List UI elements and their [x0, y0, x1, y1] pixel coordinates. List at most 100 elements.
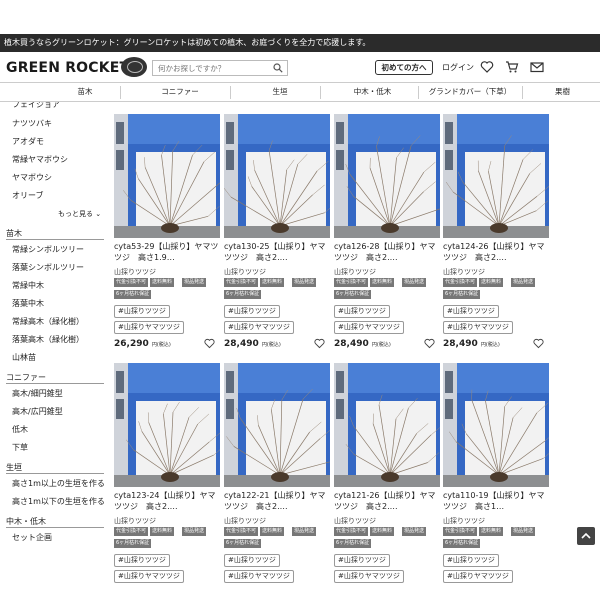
- search-icon[interactable]: [273, 63, 283, 73]
- nav-item-seedlings[interactable]: 苗木: [50, 83, 120, 101]
- site-logo[interactable]: GREEN ROCKET: [6, 60, 129, 76]
- sidebar-item[interactable]: オリーブ: [12, 190, 44, 201]
- login-link[interactable]: ログイン: [442, 62, 474, 73]
- product-title[interactable]: cyta110-19【山採り】ヤマツツジ 高さ1…: [443, 490, 549, 512]
- sidebar-item[interactable]: 常緑ヤマボウシ: [12, 154, 68, 165]
- sidebar-item[interactable]: 下草: [12, 442, 28, 453]
- nav-item-shrubs[interactable]: 中木・低木: [330, 83, 415, 101]
- hashtag-chip[interactable]: #山採りヤマツツジ: [114, 570, 184, 583]
- sidebar-item[interactable]: 落葉シンボルツリー: [12, 262, 84, 273]
- nav-item-fruit-trees[interactable]: 果樹: [530, 83, 595, 101]
- product-card[interactable]: cyta124-26【山採り】ヤマツツジ 高さ2.… 山採りツツジ 代金引換不可 送料…: [443, 114, 549, 354]
- product-image[interactable]: [224, 114, 330, 238]
- product-card[interactable]: cyta121-26【山採り】ヤマツツジ 高さ2.… 山採りツツジ 代金引換不可 送料…: [334, 363, 440, 600]
- product-category[interactable]: 山採りツツジ: [224, 516, 266, 526]
- sidebar-item[interactable]: 常緑高木（緑化樹）: [12, 316, 84, 327]
- sidebar-item[interactable]: 高木/細円錐型: [12, 388, 63, 399]
- favorite-heart-icon[interactable]: [533, 338, 544, 349]
- product-category[interactable]: 山採りツツジ: [334, 267, 376, 277]
- product-category[interactable]: 山採りツツジ: [114, 267, 156, 277]
- product-image[interactable]: [334, 363, 440, 487]
- product-title[interactable]: cyta122-21【山採り】ヤマツツジ 高さ2.…: [224, 490, 330, 512]
- product-card[interactable]: cyta53-29【山採り】ヤマツツジ 高さ1.9… 山採りツツジ 代金引換不可 送料…: [114, 114, 220, 354]
- sidebar-item[interactable]: 常緑中木: [12, 280, 44, 291]
- sidebar-item[interactable]: 山林苗: [12, 352, 36, 363]
- product-title[interactable]: cyta126-28【山採り】ヤマツツジ 高さ2.…: [334, 241, 440, 263]
- hashtag-chip[interactable]: #山採りツツジ: [224, 554, 280, 567]
- sidebar-item[interactable]: 落葉中木: [12, 298, 44, 309]
- favorite-heart-icon[interactable]: [424, 338, 435, 349]
- hashtag-chip[interactable]: #山採りヤマツツジ: [114, 321, 184, 334]
- sidebar-item[interactable]: フェイジョア: [12, 102, 60, 110]
- sidebar-item[interactable]: セット企画: [12, 532, 52, 543]
- sidebar-item[interactable]: 高さ1m以下の生垣を作る: [12, 496, 105, 507]
- hashtag-chip[interactable]: #山採りツツジ: [114, 305, 170, 318]
- product-tag-badge: 6ヶ月枯れ保証: [224, 539, 262, 548]
- hashtag-chip[interactable]: #山採りヤマツツジ: [443, 321, 513, 334]
- hashtag-chip[interactable]: #山採りヤマツツジ: [334, 570, 404, 583]
- sidebar-item[interactable]: ヤマボウシ: [12, 172, 52, 183]
- sidebar-item[interactable]: ナツツバキ: [12, 118, 52, 129]
- product-title[interactable]: cyta53-29【山採り】ヤマツツジ 高さ1.9…: [114, 241, 220, 263]
- hashtag-chip[interactable]: #山採りヤマツツジ: [224, 321, 294, 334]
- product-category[interactable]: 山採りツツジ: [443, 267, 485, 277]
- product-tag-badge: 6ヶ月枯れ保証: [443, 539, 481, 548]
- hashtag-chip[interactable]: #山採りツツジ: [443, 305, 499, 318]
- sidebar-item[interactable]: 低木: [12, 424, 28, 435]
- product-image[interactable]: [114, 114, 220, 238]
- product-tag-badge: 現品発送: [182, 278, 207, 287]
- product-image[interactable]: [224, 363, 330, 487]
- hashtag-chip[interactable]: #山採りツツジ: [334, 554, 390, 567]
- show-more-link[interactable]: もっと見る ⌄: [58, 209, 101, 219]
- product-tag-badge: 6ヶ月枯れ保証: [114, 290, 152, 299]
- product-image[interactable]: [443, 114, 549, 238]
- product-category[interactable]: 山採りツツジ: [334, 516, 376, 526]
- hashtag-chip[interactable]: #山採りツツジ: [334, 305, 390, 318]
- hashtag-chip[interactable]: #山採りツツジ: [114, 554, 170, 567]
- product-category[interactable]: 山採りツツジ: [443, 516, 485, 526]
- product-tag-badge: 6ヶ月枯れ保証: [334, 539, 372, 548]
- nav-item-hedge[interactable]: 生垣: [240, 83, 320, 101]
- sidebar-item[interactable]: アオダモ: [12, 136, 44, 147]
- product-category[interactable]: 山採りツツジ: [114, 516, 156, 526]
- product-image[interactable]: [443, 363, 549, 487]
- product-title[interactable]: cyta130-25【山採り】ヤマツツジ 高さ2.…: [224, 241, 330, 263]
- section-divider: [6, 239, 104, 240]
- product-card[interactable]: cyta110-19【山採り】ヤマツツジ 高さ1… 山採りツツジ 代金引換不可 送料無…: [443, 363, 549, 600]
- mail-icon[interactable]: [530, 60, 544, 74]
- sidebar-item[interactable]: 高木/広円錐型: [12, 406, 63, 417]
- product-card[interactable]: cyta130-25【山採り】ヤマツツジ 高さ2.… 山採りツツジ 代金引換不可 送料…: [224, 114, 330, 354]
- favorite-heart-icon[interactable]: [314, 338, 325, 349]
- sidebar-section-title: 生垣: [6, 463, 22, 472]
- product-tag-badge: 送料無料: [260, 527, 285, 536]
- favorite-heart-icon[interactable]: [204, 338, 215, 349]
- hashtag-chip[interactable]: #山採りツツジ: [224, 305, 280, 318]
- sidebar-section-title: 中木・低木: [6, 517, 46, 526]
- hashtag-chip[interactable]: #山採りヤマツツジ: [443, 570, 513, 583]
- nav-item-conifer[interactable]: コニファー: [130, 83, 230, 101]
- product-category[interactable]: 山採りツツジ: [224, 267, 266, 277]
- product-title[interactable]: cyta124-26【山採り】ヤマツツジ 高さ2.…: [443, 241, 549, 263]
- product-card[interactable]: cyta123-24【山採り】ヤマツツジ 高さ2.… 山採りツツジ 代金引換不可 送料…: [114, 363, 220, 600]
- sidebar-item[interactable]: 常緑シンボルツリー: [12, 244, 84, 255]
- product-tag-badge: 代金引換不可: [114, 278, 149, 287]
- product-image[interactable]: [114, 363, 220, 487]
- hashtag-chip[interactable]: #山採りツツジ: [443, 554, 499, 567]
- scroll-to-top-button[interactable]: [577, 527, 595, 545]
- heart-icon[interactable]: [480, 60, 494, 74]
- hashtag-chip[interactable]: #山採りヤマツツジ: [224, 570, 294, 583]
- price-tax-note: 円(税込): [371, 342, 391, 348]
- nav-divider: [230, 86, 231, 99]
- cart-icon[interactable]: [505, 60, 519, 74]
- product-card[interactable]: cyta126-28【山採り】ヤマツツジ 高さ2.… 山採りツツジ 代金引換不可 送料…: [334, 114, 440, 354]
- product-card[interactable]: cyta122-21【山採り】ヤマツツジ 高さ2.… 山採りツツジ 代金引換不可 送料…: [224, 363, 330, 600]
- product-title[interactable]: cyta121-26【山採り】ヤマツツジ 高さ2.…: [334, 490, 440, 512]
- hashtag-chip[interactable]: #山採りヤマツツジ: [334, 321, 404, 334]
- nav-item-groundcover[interactable]: グランドカバー（下草）: [420, 83, 520, 101]
- product-title[interactable]: cyta123-24【山採り】ヤマツツジ 高さ2.…: [114, 490, 220, 512]
- product-image[interactable]: [334, 114, 440, 238]
- sidebar-item[interactable]: 高さ1m以上の生垣を作る: [12, 478, 105, 489]
- first-time-button[interactable]: 初めての方へ: [375, 60, 433, 75]
- search-input[interactable]: [153, 61, 269, 75]
- sidebar-item[interactable]: 落葉高木（緑化樹）: [12, 334, 84, 345]
